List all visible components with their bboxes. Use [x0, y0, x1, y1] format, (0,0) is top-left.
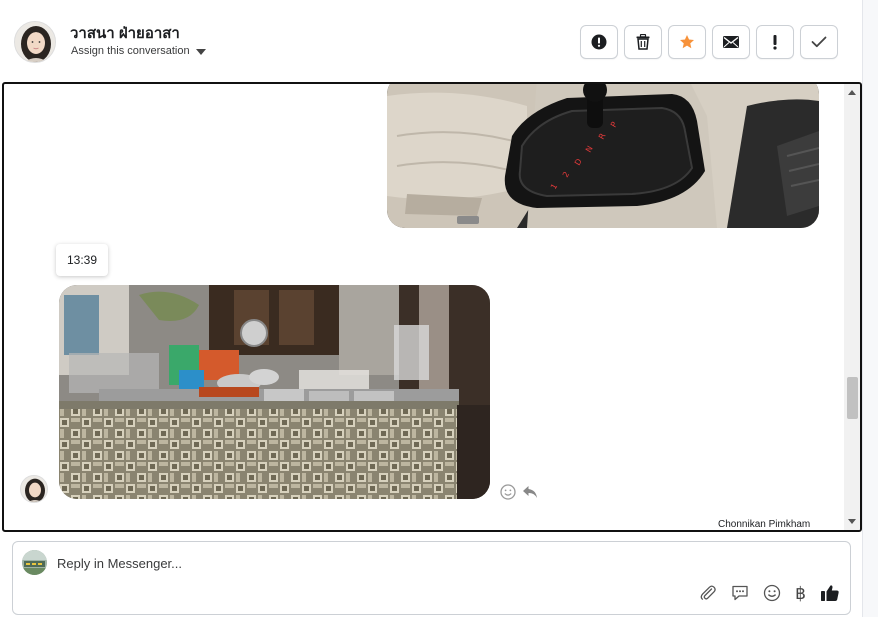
reply-composer: ฿: [12, 541, 851, 615]
reply-arrow-icon[interactable]: [522, 485, 538, 499]
star-icon: [679, 34, 695, 50]
message-timestamp: 13:39: [56, 244, 108, 276]
emoji-icon[interactable]: [763, 584, 781, 602]
assign-label: Assign this conversation: [71, 45, 190, 57]
paperclip-icon[interactable]: [699, 584, 717, 602]
checkmark-icon: [811, 36, 827, 48]
contact-avatar[interactable]: [14, 21, 56, 63]
scroll-down-arrow-icon[interactable]: [848, 519, 856, 524]
currency-icon[interactable]: ฿: [795, 585, 806, 602]
caret-down-icon: [195, 48, 206, 55]
conversation-header: วาสนา ฝ่ายอาสา Assign this conversation: [0, 0, 862, 84]
car-gear-shift-photo[interactable]: P R N D 2 1: [387, 84, 819, 228]
scroll-thumb[interactable]: [847, 377, 858, 419]
sender-avatar[interactable]: [20, 475, 48, 503]
star-button[interactable]: [668, 25, 706, 59]
thread-scrollbar[interactable]: [844, 84, 860, 530]
exclamation-icon: [772, 34, 778, 50]
assign-conversation-dropdown[interactable]: Assign this conversation: [71, 45, 206, 57]
spam-button[interactable]: [580, 25, 618, 59]
delete-button[interactable]: [624, 25, 662, 59]
react-emoji-icon[interactable]: [500, 484, 516, 500]
trash-icon: [636, 34, 650, 50]
saved-replies-icon[interactable]: [731, 584, 749, 602]
conversation-toolbar: [580, 25, 838, 59]
mark-done-button[interactable]: [800, 25, 838, 59]
spam-icon: [591, 34, 607, 50]
mark-unread-button[interactable]: [712, 25, 750, 59]
message-actions: [500, 484, 538, 500]
side-panel-edge: [862, 0, 878, 617]
envelope-icon: [723, 36, 739, 48]
inbox-conversation-view: วาสนา ฝ่ายอาสา Assign this conversation: [0, 0, 878, 617]
thumbs-up-icon[interactable]: [820, 584, 840, 602]
sender-name: Chonnikan Pimkham: [718, 519, 811, 530]
scroll-up-arrow-icon[interactable]: [848, 90, 856, 95]
composer-toolbar: ฿: [699, 584, 840, 602]
follow-up-button[interactable]: [756, 25, 794, 59]
reply-input[interactable]: [57, 552, 657, 574]
message-thread[interactable]: P R N D 2 1 13:39 Chonnikan Pimkham: [2, 82, 862, 532]
page-avatar: [22, 550, 47, 575]
food-stall-table-photo[interactable]: [59, 285, 490, 499]
contact-name: วาสนา ฝ่ายอาสา: [70, 25, 180, 42]
